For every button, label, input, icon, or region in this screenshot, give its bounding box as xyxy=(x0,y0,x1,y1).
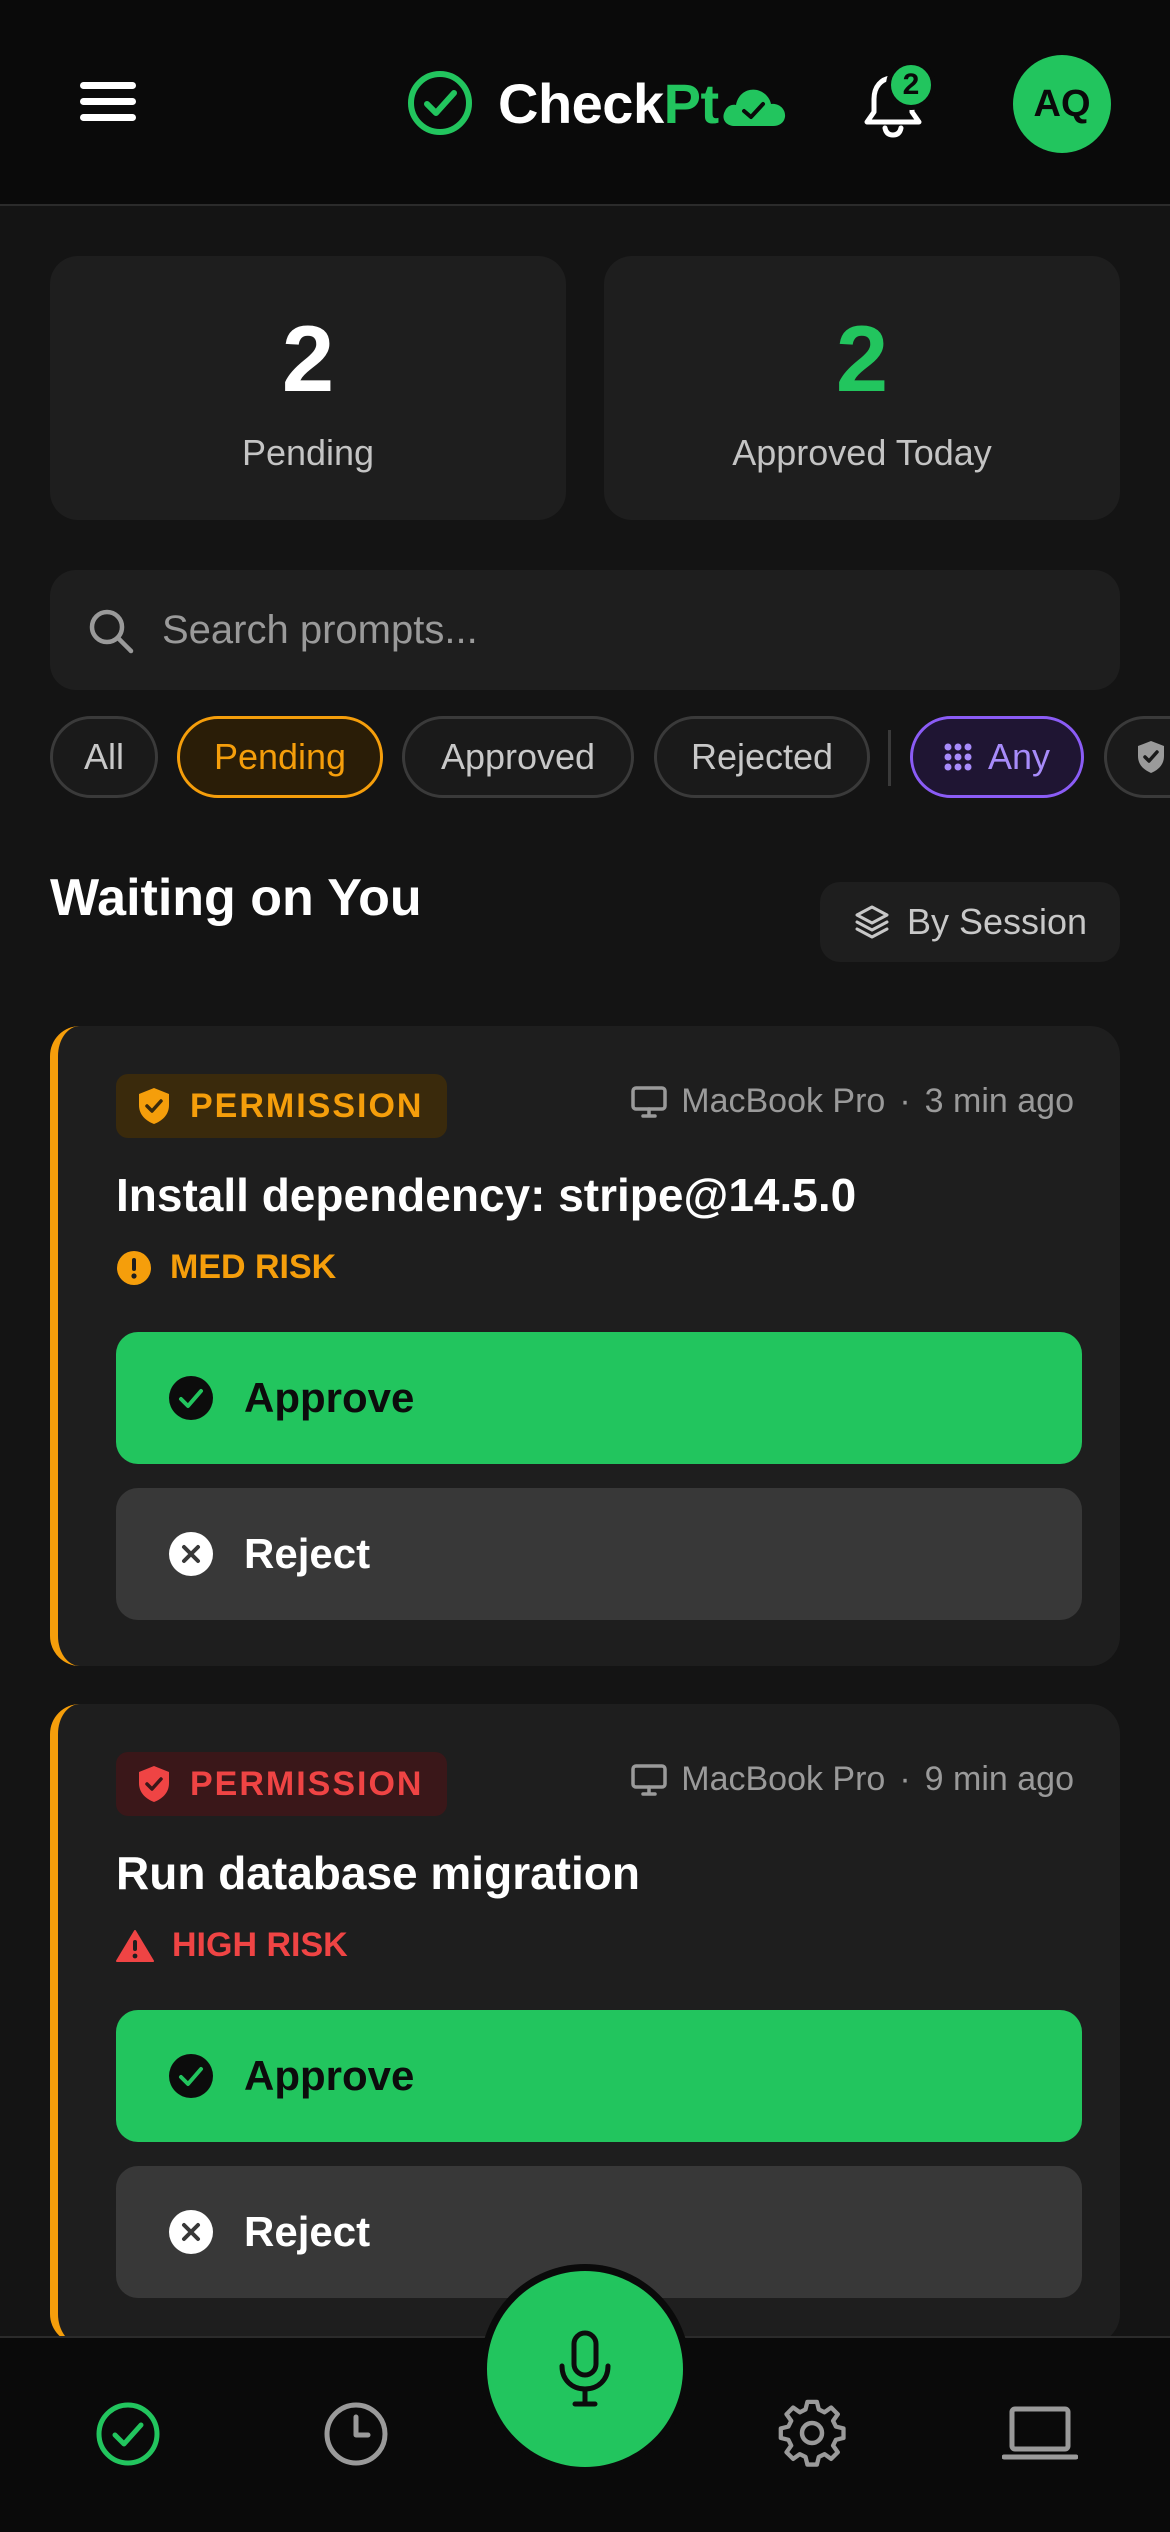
grid-icon xyxy=(944,743,972,771)
pending-count: 2 xyxy=(281,306,335,411)
time-ago: 3 min ago xyxy=(924,1082,1074,1120)
filter-chip-all[interactable]: All xyxy=(50,716,158,798)
approve-button[interactable]: Approve xyxy=(116,1332,1082,1464)
pending-stat-card[interactable]: 2 Pending xyxy=(50,256,566,520)
logo-text: CheckPt xyxy=(498,71,719,136)
meta-separator: · xyxy=(899,1082,911,1120)
app-header: CheckPt 2 AQ xyxy=(0,0,1170,206)
logo-prefix: Check xyxy=(498,71,664,135)
permission-tag-label: PERMISSION xyxy=(190,1764,424,1803)
shield-icon xyxy=(1138,741,1164,773)
cloud-check-icon xyxy=(723,89,785,126)
gear-icon xyxy=(778,2399,846,2467)
alert-circle-icon xyxy=(117,1250,151,1285)
card-meta: MacBook Pro · 3 min ago xyxy=(631,1082,1074,1121)
approve-label: Approve xyxy=(244,1374,415,1421)
filter-chip-type[interactable] xyxy=(1104,716,1170,798)
filter-chip-approved[interactable]: Approved xyxy=(402,716,634,798)
reject-button[interactable]: Reject xyxy=(116,1488,1082,1620)
reject-label: Reject xyxy=(244,2208,371,2255)
search-icon xyxy=(89,609,134,654)
search-input[interactable] xyxy=(162,570,1082,690)
nav-devices[interactable] xyxy=(990,2384,1090,2484)
app-logo: CheckPt xyxy=(406,68,789,138)
check-circle-icon xyxy=(96,2402,160,2466)
microphone-icon xyxy=(559,2330,611,2407)
prompt-card[interactable]: PERMISSION MacBook Pro · 9 min ago Run d… xyxy=(50,1704,1120,2344)
approve-label: Approve xyxy=(244,2052,415,2099)
nav-history[interactable] xyxy=(306,2384,406,2484)
clock-icon xyxy=(324,2402,388,2466)
filter-chip-any-label: Any xyxy=(987,736,1051,777)
monitor-icon xyxy=(631,1763,667,1796)
device-name: MacBook Pro xyxy=(681,1082,886,1120)
card-meta: MacBook Pro · 9 min ago xyxy=(631,1760,1074,1799)
notification-badge: 2 xyxy=(886,60,936,110)
warning-triangle-icon xyxy=(116,1929,154,1962)
logo-suffix: Pt xyxy=(663,71,720,135)
x-circle-icon xyxy=(169,2210,213,2254)
risk-level: HIGH RISK xyxy=(116,1926,348,1965)
menu-icon[interactable] xyxy=(80,82,136,122)
shield-icon xyxy=(139,1088,169,1124)
shield-icon xyxy=(139,1766,169,1802)
voice-button[interactable] xyxy=(487,2271,683,2467)
risk-label: MED RISK xyxy=(170,1248,337,1286)
approved-label: Approved Today xyxy=(732,432,992,473)
filter-chip-any[interactable]: Any xyxy=(910,716,1084,798)
nav-approvals[interactable] xyxy=(78,2384,178,2484)
risk-label: HIGH RISK xyxy=(172,1926,348,1964)
approved-today-stat-card[interactable]: 2 Approved Today xyxy=(604,256,1120,520)
layers-icon xyxy=(855,905,889,939)
check-circle-icon xyxy=(408,71,472,135)
check-circle-icon xyxy=(169,1376,213,1420)
group-by-session-label: By Session xyxy=(906,901,1088,942)
pending-label: Pending xyxy=(241,432,375,473)
monitor-icon xyxy=(631,1085,667,1118)
group-by-session-button[interactable]: By Session xyxy=(820,882,1120,962)
risk-level: MED RISK xyxy=(116,1248,336,1287)
approve-button[interactable]: Approve xyxy=(116,2010,1082,2142)
permission-tag-label: PERMISSION xyxy=(190,1086,424,1125)
permission-tag: PERMISSION xyxy=(116,1752,448,1816)
nav-settings[interactable] xyxy=(762,2384,862,2484)
approved-count: 2 xyxy=(835,306,889,411)
permission-tag: PERMISSION xyxy=(116,1074,448,1138)
filter-chip-pending[interactable]: Pending xyxy=(177,716,383,798)
laptop-icon xyxy=(1002,2406,1078,2460)
card-title: Run database migration xyxy=(116,1847,640,1899)
card-title: Install dependency: stripe@14.5.0 xyxy=(116,1169,857,1221)
x-circle-icon xyxy=(169,1532,213,1576)
filter-divider xyxy=(888,730,891,786)
time-ago: 9 min ago xyxy=(924,1760,1074,1798)
reject-label: Reject xyxy=(244,1530,371,1577)
check-circle-icon xyxy=(169,2054,213,2098)
filter-chip-rejected[interactable]: Rejected xyxy=(654,716,870,798)
search-bar xyxy=(50,570,1120,690)
prompt-card[interactable]: PERMISSION MacBook Pro · 3 min ago Insta… xyxy=(50,1026,1120,1666)
meta-separator: · xyxy=(899,1760,911,1798)
avatar[interactable]: AQ xyxy=(1013,55,1111,153)
device-name: MacBook Pro xyxy=(681,1760,886,1798)
section-title: Waiting on You xyxy=(50,869,422,927)
